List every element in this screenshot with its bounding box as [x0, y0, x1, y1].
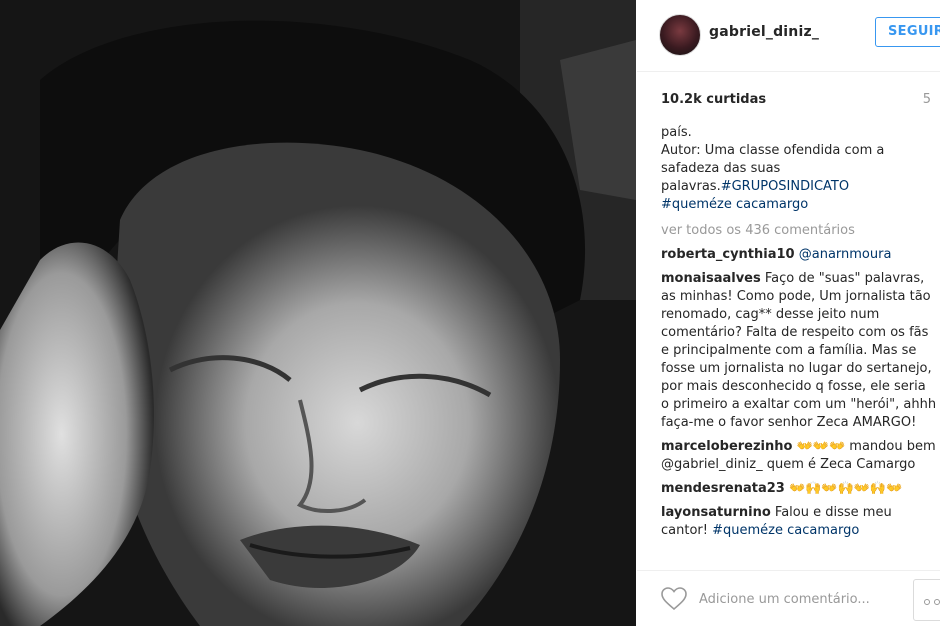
mention-link[interactable]: @anarnmoura: [799, 247, 892, 262]
comment-text: 👐🙌👐🙌👐🙌👐: [788, 481, 903, 496]
dot-icon: [934, 599, 940, 605]
post-header: gabriel_diniz_ SEGUIR: [637, 0, 940, 72]
caption-text: palavras.: [661, 179, 721, 194]
post-footer: Adicione um comentário...: [637, 570, 940, 627]
post-details-panel: gabriel_diniz_ SEGUIR 10.2k curtidas 5 p…: [637, 0, 940, 626]
comment-username[interactable]: layonsaturnino: [661, 505, 771, 520]
comment: roberta_cynthia10 @anarnmoura: [661, 246, 937, 264]
caption-line: Autor: Uma classe ofendida com a: [661, 143, 885, 158]
comment-input[interactable]: Adicione um comentário...: [699, 592, 870, 607]
view-all-comments-link[interactable]: ver todos os 436 comentários: [661, 222, 937, 240]
more-options-button[interactable]: [913, 579, 940, 621]
comment-username[interactable]: roberta_cynthia10: [661, 247, 795, 262]
dot-icon: [924, 599, 930, 605]
hashtag-link[interactable]: #queméze cacamargo: [661, 196, 937, 214]
post-photo-illustration: [0, 0, 636, 626]
comment: marceloberezinho 👐👐👐 mandou bem @gabriel…: [661, 438, 937, 474]
comment: monaisaalves Faço de "suas" palavras, as…: [661, 270, 937, 432]
comment-username[interactable]: marceloberezinho: [661, 439, 792, 454]
comment: layonsaturnino Falou e disse meu cantor!…: [661, 504, 937, 540]
caption-line: palavras.#GRUPOSINDICATO: [661, 178, 937, 196]
username-link[interactable]: gabriel_diniz_: [709, 24, 819, 40]
comments-section: país. Autor: Uma classe ofendida com a s…: [661, 124, 937, 540]
avatar[interactable]: [659, 14, 701, 56]
comment-username[interactable]: mendesrenata23: [661, 481, 785, 496]
likes-count[interactable]: 10.2k curtidas: [661, 92, 766, 107]
caption-line: safadeza das suas: [661, 161, 781, 176]
comment-text: Faço de "suas" palavras, as minhas! Como…: [661, 271, 937, 430]
hashtag-link[interactable]: #GRUPOSINDICATO: [721, 179, 849, 194]
hashtag-link[interactable]: #queméze cacamargo: [712, 523, 859, 538]
follow-button[interactable]: SEGUIR: [875, 17, 940, 47]
heart-icon[interactable]: [661, 587, 687, 611]
post-time[interactable]: 5: [923, 92, 931, 107]
comment: mendesrenata23 👐🙌👐🙌👐🙌👐: [661, 480, 937, 498]
caption-line: país.: [661, 125, 692, 140]
post-stats: 10.2k curtidas 5: [661, 92, 931, 107]
comment-username[interactable]: monaisaalves: [661, 271, 761, 286]
post-photo[interactable]: [0, 0, 636, 626]
